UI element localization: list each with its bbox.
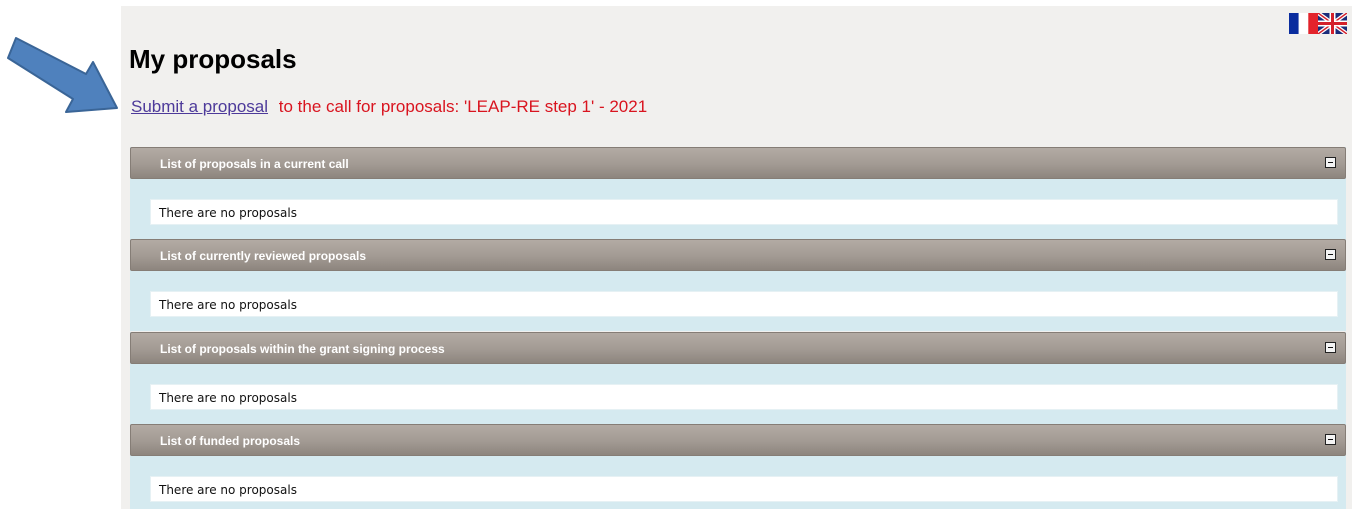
panel-body: There are no proposals — [130, 456, 1346, 509]
panel-reviewed: List of currently reviewed proposals The… — [130, 239, 1346, 331]
pointer-arrow-icon — [7, 37, 118, 113]
submit-line: Submit a proposal to the call for propos… — [131, 97, 647, 117]
page-title: My proposals — [129, 44, 297, 74]
empty-message-box: There are no proposals — [150, 199, 1338, 225]
panel-header[interactable]: List of proposals in a current call — [130, 147, 1346, 179]
collapse-icon[interactable] — [1325, 342, 1336, 353]
page: My proposals Submit a proposal to the ca… — [0, 0, 1352, 509]
panel-body: There are no proposals — [130, 271, 1346, 331]
panel-title: List of funded proposals — [160, 434, 300, 448]
empty-message: There are no proposals — [159, 298, 297, 312]
collapse-icon[interactable] — [1325, 157, 1336, 168]
empty-message-box: There are no proposals — [150, 384, 1338, 410]
submit-proposal-link[interactable]: Submit a proposal — [131, 97, 268, 116]
panel-header[interactable]: List of proposals within the grant signi… — [130, 332, 1346, 364]
panel-current-call: List of proposals in a current call Ther… — [130, 147, 1346, 239]
panel-body: There are no proposals — [130, 364, 1346, 424]
panel-grant-signing: List of proposals within the grant signi… — [130, 332, 1346, 424]
panel-funded: List of funded proposals There are no pr… — [130, 424, 1346, 509]
panel-header[interactable]: List of funded proposals — [130, 424, 1346, 456]
main-content: My proposals Submit a proposal to the ca… — [121, 6, 1352, 509]
empty-message: There are no proposals — [159, 206, 297, 220]
collapse-icon[interactable] — [1325, 434, 1336, 445]
panel-title: List of proposals within the grant signi… — [160, 342, 445, 356]
empty-message: There are no proposals — [159, 391, 297, 405]
call-description: to the call for proposals: 'LEAP-RE step… — [278, 97, 648, 116]
language-selector — [1289, 13, 1347, 34]
uk-flag-icon[interactable] — [1318, 13, 1347, 34]
panel-title: List of proposals in a current call — [160, 157, 349, 171]
panel-title: List of currently reviewed proposals — [160, 249, 367, 263]
panel-body: There are no proposals — [130, 179, 1346, 239]
empty-message-box: There are no proposals — [150, 476, 1338, 502]
panel-header[interactable]: List of currently reviewed proposals — [130, 239, 1346, 271]
french-flag-icon[interactable] — [1289, 13, 1318, 34]
empty-message-box: There are no proposals — [150, 291, 1338, 317]
empty-message: There are no proposals — [159, 483, 297, 497]
collapse-icon[interactable] — [1325, 249, 1336, 260]
